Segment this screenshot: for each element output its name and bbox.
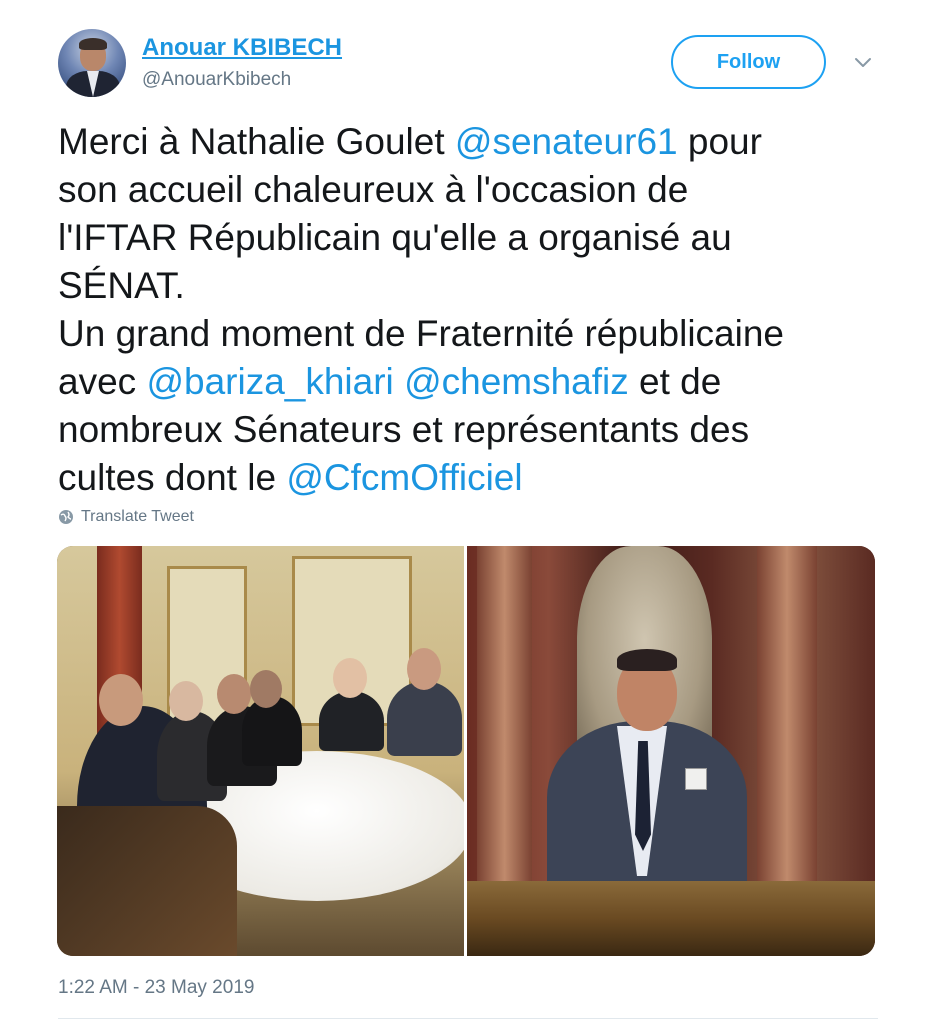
mention-link[interactable]: @CfcmOfficiel: [286, 457, 522, 498]
tweet-text-line: Merci à Nathalie Goulet @senateur61 pour: [58, 118, 878, 166]
media-grid: [57, 546, 875, 956]
follow-button[interactable]: Follow: [671, 35, 826, 89]
tweet-text-segment: Merci à Nathalie Goulet: [58, 121, 455, 162]
tweet-text-segment: l'IFTAR Républicain qu'elle a organisé a…: [58, 217, 732, 258]
tweet-text-line: avec @bariza_khiari @chemshafiz et de: [58, 358, 878, 406]
tweet-text-line: Un grand moment de Fraternité républicai…: [58, 310, 878, 358]
tweet-text-segment: [394, 361, 404, 402]
photo-dinner-table[interactable]: [57, 546, 464, 956]
tweet-text-segment: SÉNAT.: [58, 265, 185, 306]
tweet-text-segment: son accueil chaleureux à l'occasion de: [58, 169, 689, 210]
tweet-text-line: cultes dont le @CfcmOfficiel: [58, 454, 878, 502]
tweet-text-segment: et de: [628, 361, 722, 402]
avatar[interactable]: [58, 29, 126, 97]
tweet-text-segment: pour: [677, 121, 762, 162]
translate-tweet-link[interactable]: Translate Tweet: [58, 508, 194, 526]
tweet-text-segment: avec: [58, 361, 147, 402]
tweet-text-line: l'IFTAR Républicain qu'elle a organisé a…: [58, 214, 878, 262]
chevron-down-icon[interactable]: [852, 52, 874, 74]
author-name[interactable]: Anouar KBIBECH: [142, 34, 342, 62]
tweet-card: Anouar KBIBECH @AnouarKbibech Follow Mer…: [0, 0, 931, 1024]
tweet-text-line: SÉNAT.: [58, 262, 878, 310]
translate-label: Translate Tweet: [81, 508, 194, 525]
tweet-text-segment: nombreux Sénateurs et représentants des: [58, 409, 750, 450]
author-handle[interactable]: @AnouarKbibech: [142, 69, 291, 91]
tweet-text-segment: cultes dont le: [58, 457, 287, 498]
tweet-text: Merci à Nathalie Goulet @senateur61 pour…: [58, 118, 878, 502]
tweet-text-segment: Un grand moment de Fraternité républicai…: [58, 313, 784, 354]
globe-icon: [59, 510, 73, 524]
mention-link[interactable]: @chemshafiz: [404, 361, 629, 402]
divider: [58, 1018, 878, 1019]
photo-senate-speaker[interactable]: [467, 546, 875, 956]
mention-link[interactable]: @senateur61: [455, 121, 678, 162]
tweet-text-line: son accueil chaleureux à l'occasion de: [58, 166, 878, 214]
tweet-timestamp[interactable]: 1:22 AM - 23 May 2019: [58, 977, 254, 999]
mention-link[interactable]: @bariza_khiari: [146, 361, 393, 402]
tweet-text-line: nombreux Sénateurs et représentants des: [58, 406, 878, 454]
